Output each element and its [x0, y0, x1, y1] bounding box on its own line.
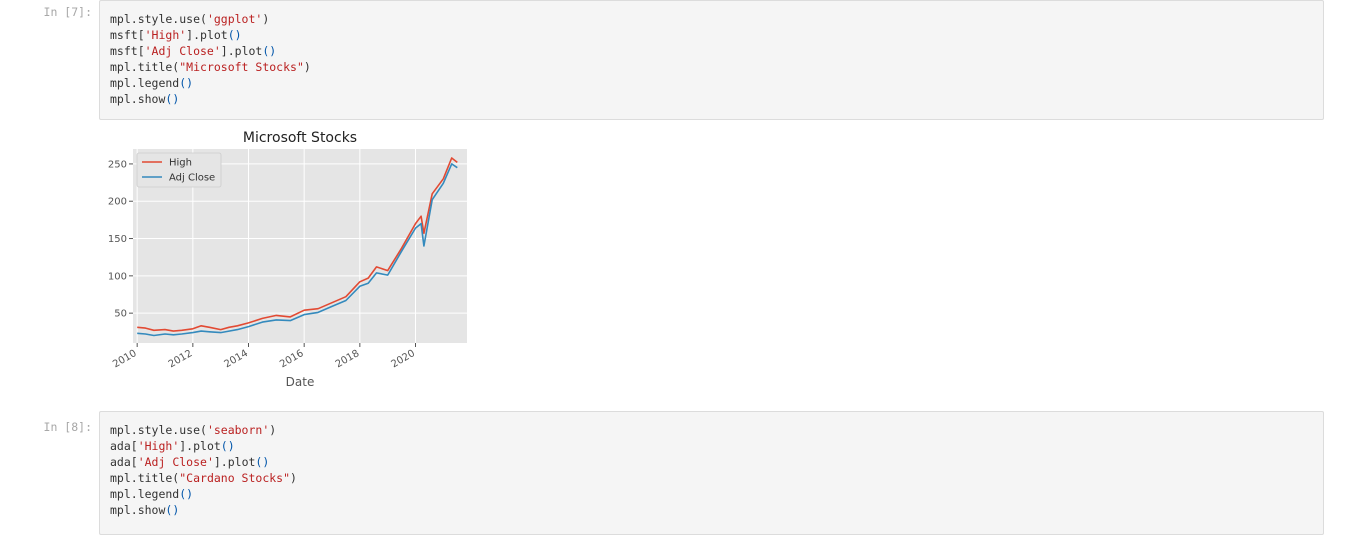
- code-token: mpl.show: [110, 92, 166, 106]
- code-token: ].plot: [186, 28, 228, 42]
- code-line: mpl.show(): [110, 91, 311, 107]
- code-token: (): [262, 44, 277, 58]
- code-token: ): [303, 60, 311, 74]
- code-token: ].plot: [220, 44, 263, 58]
- code-token: mpl.legend: [110, 487, 180, 501]
- y-tick-label: 150: [108, 234, 127, 245]
- cell-8-code[interactable]: mpl.style.use('seaborn') ada['High'].plot…: [110, 422, 297, 518]
- x-tick-label: 2010: [111, 348, 139, 370]
- y-tick-label: 50: [114, 309, 127, 320]
- code-token: mpl.title(: [110, 471, 180, 485]
- microsoft-stocks-chart: 50 100 150 200 250 2010 2012 2014 2016 2018 2020 Mi…: [108, 130, 467, 389]
- cell-7-code[interactable]: mpl.style.use('ggplot') msft['High'].plot…: [110, 11, 311, 107]
- code-line: mpl.style.use('ggplot'): [110, 11, 311, 27]
- x-tick-label: 2014: [222, 348, 250, 370]
- code-token: mpl.legend: [110, 76, 180, 90]
- code-line: ada['High'].plot(): [110, 438, 297, 454]
- chart-title: Microsoft Stocks: [243, 130, 357, 146]
- x-axis-label: Date: [286, 375, 315, 389]
- code-line: mpl.title("Microsoft Stocks"): [110, 59, 311, 75]
- code-token: ada[: [110, 455, 138, 469]
- cell-7-output: 50 100 150 200 250 2010 2012 2014 2016 2018 2020 Mi…: [105, 125, 485, 395]
- code-string-token: 'ggplot': [206, 12, 263, 26]
- code-token: msft[: [110, 28, 145, 42]
- code-token: mpl.style.use(: [110, 423, 207, 437]
- code-line: msft['Adj Close'].plot(): [110, 43, 311, 59]
- cell-7-prompt: In [7]:: [43, 5, 92, 19]
- legend-label: Adj Close: [169, 173, 215, 184]
- code-token: (): [255, 455, 270, 469]
- code-token: ): [269, 423, 277, 437]
- y-tick-label: 100: [108, 271, 127, 282]
- code-token: ].plot: [213, 455, 256, 469]
- code-token: (): [220, 439, 235, 453]
- code-line: mpl.style.use('seaborn'): [110, 422, 297, 438]
- cell-8-input[interactable]: mpl.style.use('seaborn') ada['High'].plot…: [99, 411, 1324, 535]
- code-token: mpl.title(: [110, 60, 180, 74]
- code-token: mpl.style.use(: [110, 12, 207, 26]
- code-line: mpl.legend(): [110, 75, 311, 91]
- code-token: (): [179, 76, 194, 90]
- x-tick-label: 2012: [167, 348, 195, 370]
- code-line: mpl.title("Cardano Stocks"): [110, 470, 297, 486]
- y-tick-label: 200: [108, 197, 127, 208]
- code-token: ): [290, 471, 297, 485]
- code-token: msft[: [110, 44, 145, 58]
- code-string-token: 'High': [137, 439, 180, 453]
- code-token: ): [262, 12, 270, 26]
- y-tick-label: 250: [108, 159, 127, 170]
- code-token: ada[: [110, 439, 138, 453]
- legend-label: High: [169, 158, 192, 169]
- code-token: (): [227, 28, 242, 42]
- code-token: (): [179, 487, 194, 501]
- code-token: (): [165, 92, 180, 106]
- code-token: ].plot: [179, 439, 221, 453]
- code-token: (): [165, 503, 180, 517]
- code-string-token: 'Adj Close': [137, 455, 214, 469]
- code-line: mpl.legend(): [110, 486, 297, 502]
- cell-8-prompt: In [8]:: [43, 420, 92, 434]
- x-tick-label: 2020: [389, 348, 417, 370]
- code-string-token: 'seaborn': [206, 423, 270, 437]
- x-tick-label: 2018: [334, 348, 362, 370]
- code-line: msft['High'].plot(): [110, 27, 311, 43]
- code-string-token: "Microsoft Stocks": [179, 60, 304, 74]
- code-line: mpl.show(): [110, 502, 297, 518]
- code-string-token: 'Adj Close': [144, 44, 221, 58]
- code-token: mpl.show: [110, 503, 166, 517]
- code-string-token: 'High': [144, 28, 187, 42]
- x-tick-label: 2016: [278, 348, 306, 370]
- code-string-token: "Cardano Stocks": [179, 471, 291, 485]
- code-line: ada['Adj Close'].plot(): [110, 454, 297, 470]
- cell-7-input[interactable]: mpl.style.use('ggplot') msft['High'].plot…: [99, 0, 1324, 120]
